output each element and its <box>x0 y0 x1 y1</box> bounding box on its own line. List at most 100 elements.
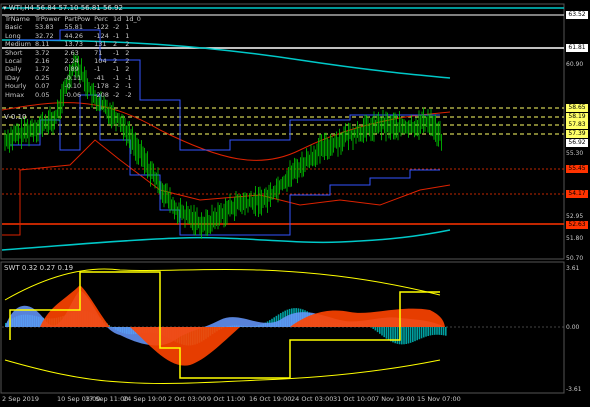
table-cell: Short <box>5 48 23 57</box>
table-cell: 3.72 <box>35 48 50 57</box>
indicator-tick-label: 0.00 <box>566 324 580 331</box>
histogram-bar <box>401 327 403 345</box>
histogram-bar <box>429 327 432 336</box>
table-cell: -122 <box>94 23 109 32</box>
histogram-bar <box>425 327 427 337</box>
table-cell: 2.24 <box>64 57 79 66</box>
table-cell: 1 <box>125 31 130 40</box>
table-cell: -1 <box>125 82 132 91</box>
histogram-bar <box>407 327 410 344</box>
table-cell: -41 <box>94 73 105 82</box>
histogram-bar <box>383 327 385 338</box>
table-header-cell: PartPow <box>64 15 91 23</box>
price-tick-label: 50.70 <box>566 255 584 262</box>
histogram-bar <box>445 327 447 336</box>
time-axis-label: 31 Oct 10:00 <box>333 395 376 403</box>
histogram-bar <box>403 327 405 345</box>
histogram-bar <box>412 327 414 343</box>
histogram-bar <box>405 327 407 344</box>
histogram-bar <box>420 327 423 339</box>
envelope-line <box>4 359 441 384</box>
table-cell: -0.10 <box>64 82 82 91</box>
histogram-bar <box>390 327 392 342</box>
table-header-cell: TrName <box>5 15 30 23</box>
table-cell: -1 <box>125 73 132 82</box>
price-tick-label: 51.80 <box>566 235 584 242</box>
time-axis-label: 2 Oct 03:00 <box>168 395 207 403</box>
time-axis-label: 17 Sep 11:00 <box>85 395 129 403</box>
table-cell: Daily <box>5 65 22 74</box>
table-row: Local 2.16 2.24 104 2 2 <box>5 57 145 65</box>
price-level-label: 55.45 <box>566 165 588 173</box>
price-tick-label: 60.90 <box>566 61 584 68</box>
table-header-row: TrName TrPower PartPow Perc 1d 1d_0 <box>5 15 145 23</box>
table-cell: Long <box>5 31 21 40</box>
trend-table: TrName TrPower PartPow Perc 1d 1d_0 Basic 53.83… <box>5 15 145 99</box>
histogram-bar <box>427 327 429 336</box>
red-channel-line <box>2 139 451 236</box>
swt-indicator <box>2 268 564 384</box>
time-axis-label: 9 Oct 11:00 <box>207 395 246 403</box>
table-cell: -178 <box>94 82 109 91</box>
histogram-bar <box>396 327 399 344</box>
price-tick-label: 52.95 <box>566 213 584 220</box>
table-header-cell: 1d_0 <box>125 15 141 23</box>
table-cell: 0.89 <box>64 65 79 74</box>
table-row: IDay 0.25 -0.11 -41 -1 -1 <box>5 74 145 82</box>
indicator-tick-label: 3.61 <box>566 265 580 272</box>
histogram-bar <box>436 327 438 335</box>
table-row: Medium 8.11 13.73 131 2 2 <box>5 40 145 48</box>
table-cell: -0.11 <box>64 73 82 82</box>
price-level-label: 57.39 <box>566 130 588 138</box>
histogram-bar <box>414 327 416 342</box>
symbol-info: WTI,H4 56.84 57.10 56.81 56.92 <box>8 4 124 12</box>
histogram-bar <box>438 327 440 335</box>
table-cell: 104 <box>94 57 107 66</box>
table-cell: 13.73 <box>64 40 83 49</box>
table-header-cell: 1d <box>112 15 122 23</box>
teal-ma-line <box>1 229 451 251</box>
subwindow-title: SWT 0.32 0.27 0.19 <box>4 264 74 272</box>
histogram-bar <box>374 327 377 331</box>
histogram-bar <box>372 327 374 329</box>
time-axis-label: 2 Sep 2019 <box>2 395 40 403</box>
table-cell: Medium <box>5 40 31 49</box>
table-cell: Hourly <box>5 82 27 91</box>
table-header-cell: TrPower <box>35 15 61 23</box>
symbol-header: ▾ WTI,H4 56.84 57.10 56.81 56.92 <box>3 4 123 12</box>
table-cell: 44.26 <box>64 31 83 40</box>
histogram-bar <box>431 327 434 336</box>
price-level-label: 58.65 <box>566 104 588 112</box>
table-row: Hourly 0.07 -0.10 -178 -2 -1 <box>5 82 145 90</box>
histogram-bar <box>394 327 396 344</box>
time-axis-label: 16 Oct 19:00 <box>249 395 292 403</box>
version-label: V-0.10 <box>4 113 27 121</box>
table-cell: 2 <box>112 40 118 49</box>
table-cell: 2 <box>125 48 130 57</box>
table-row: Hmax 0.05 -0.06 -208 -2 -2 <box>5 91 145 99</box>
price-level-label: 63.52 <box>566 11 588 19</box>
indicator-tick-label: -3.61 <box>566 386 582 393</box>
table-cell: -1 <box>112 31 120 40</box>
histogram-bar <box>385 327 388 339</box>
blue-channel-line <box>10 94 440 236</box>
table-cell: -124 <box>94 31 109 40</box>
table-cell: 131 <box>94 40 107 49</box>
table-cell: 0.25 <box>35 73 50 82</box>
price-level-label: 57.83 <box>566 121 588 129</box>
histogram-bar <box>381 327 383 336</box>
table-cell: -2 <box>112 82 120 91</box>
histogram-bar <box>442 327 445 336</box>
table-cell: 0.07 <box>35 82 50 91</box>
table-cell: -2 <box>112 23 120 32</box>
table-cell: 2.16 <box>35 57 50 66</box>
histogram-bar <box>434 327 436 335</box>
table-row: Short 3.72 2.63 71 -1 2 <box>5 49 145 57</box>
table-row: Daily 1.72 0.89 -1 -1 2 <box>5 65 145 73</box>
price-level-label: 54.17 <box>566 190 588 198</box>
table-cell: 2 <box>125 65 130 74</box>
table-cell: -1 <box>112 73 120 82</box>
table-cell: -208 <box>94 90 109 99</box>
table-row: Basic 53.83 55.81 -122 -2 1 <box>5 23 145 31</box>
table-cell: Hmax <box>5 90 25 99</box>
